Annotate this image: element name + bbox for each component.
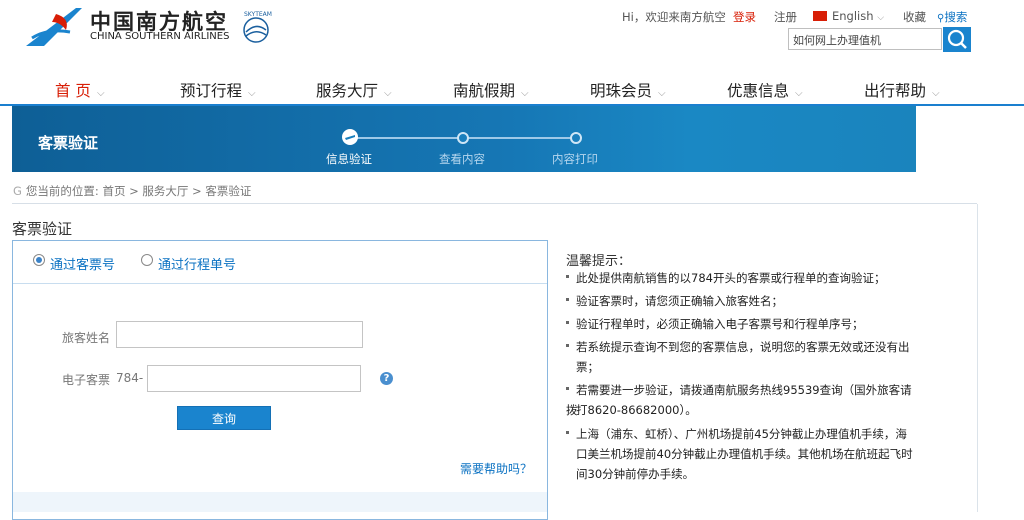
search-link[interactable]: ⚲搜索 [937, 9, 967, 25]
nav-item-home[interactable]: 首 页 ⌵ [55, 79, 105, 101]
tip-item-cont: 间30分钟前停办手续。 [576, 467, 695, 481]
tip-item-cont: 口美兰机场提前40分钟截止办理值机手续。其他机场在航班起飞时 [576, 447, 913, 461]
nav-label: 明珠会员 [590, 82, 653, 100]
step-label: 信息验证 [326, 152, 372, 166]
search-button[interactable] [943, 27, 971, 52]
chevron-down-icon: ⌵ [521, 88, 529, 99]
section-title: 客票验证 [12, 220, 73, 238]
tip-item: 验证客票时，请您须正确输入旅客姓名； [566, 291, 916, 311]
ticket-label: 电子客票 [62, 373, 111, 387]
radio-ticket-number[interactable] [33, 254, 45, 266]
help-question-icon[interactable]: ? [380, 372, 393, 385]
nav-item-help[interactable]: 出行帮助 ⌵ [864, 79, 940, 101]
chevron-down-icon: ⌵ [932, 88, 940, 99]
nav-label: 服务大厅 [316, 82, 379, 100]
chevron-down-icon: ⌵ [248, 88, 256, 99]
chevron-down-icon: ⌵ [96, 88, 105, 99]
nav-item-service[interactable]: 服务大厅 ⌵ [316, 79, 392, 101]
step-dot [457, 132, 469, 144]
ticket-number-input[interactable] [147, 365, 361, 392]
ticket-prefix: 784- [116, 371, 144, 385]
nav-label: 首 页 [55, 82, 91, 100]
breadcrumb: G 您当前的位置: 首页 > 服务大厅 > 客票验证 [13, 183, 251, 199]
airline-name-en: CHINA SOUTHERN AIRLINES [90, 31, 230, 42]
tab-divider [13, 283, 547, 284]
search-icon [947, 29, 967, 49]
radio-itinerary-number[interactable] [141, 254, 153, 266]
breadcrumb-text: 您当前的位置: 首页 > 服务大厅 > 客票验证 [25, 184, 252, 198]
airline-logo-icon [26, 8, 82, 46]
register-link[interactable]: 注册 [774, 9, 797, 25]
language-selector[interactable]: English ⌵ [832, 9, 884, 23]
chevron-down-icon: ⌵ [658, 88, 666, 99]
tab-ticket-number[interactable]: 通过客票号 [50, 254, 115, 273]
tip-item: 此处提供南航销售的以784开头的客票或行程单的查询验证； [566, 268, 916, 288]
need-help-link[interactable]: 需要帮助吗？ [460, 460, 532, 477]
nav-label: 优惠信息 [727, 82, 790, 100]
skyteam-logo-icon: SKYTEAM [243, 11, 272, 43]
search-input[interactable]: 如何网上办理值机 [788, 28, 942, 50]
tip-item-cont: 打8620-86682000）。 [576, 403, 697, 417]
nav-item-booking[interactable]: 预订行程 ⌵ [180, 79, 256, 101]
passenger-name-input[interactable] [116, 321, 363, 348]
chevron-down-icon: ⌵ [877, 13, 885, 23]
divider [977, 204, 978, 512]
tip-item: 上海（浦东、虹桥）、广州机场提前45分钟截止办理值机手续，海 [566, 424, 916, 444]
nav-item-offers[interactable]: 优惠信息 ⌵ [727, 79, 803, 101]
language-label: English [832, 9, 874, 23]
tip-item: 验证行程单时，必须正确输入电子客票号和行程单序号； [566, 314, 916, 334]
plane-step-icon [342, 129, 358, 145]
svg-text:SKYTEAM: SKYTEAM [244, 11, 272, 18]
nav-label: 出行帮助 [864, 82, 927, 100]
passenger-name-label: 旅客姓名 [62, 331, 111, 345]
step-label: 内容打印 [552, 152, 598, 166]
tip-item-cont: 票； [576, 360, 599, 374]
chevron-down-icon: ⌵ [795, 88, 803, 99]
login-link[interactable]: 登录 [733, 9, 756, 25]
nav-label: 预订行程 [180, 82, 243, 100]
location-icon: G [13, 184, 22, 198]
query-button[interactable]: 查询 [177, 406, 271, 430]
search-link-label: 搜索 [944, 10, 968, 24]
form-footer [13, 492, 547, 512]
tab-itinerary-number[interactable]: 通过行程单号 [158, 254, 236, 273]
nav-item-holiday[interactable]: 南航假期 ⌵ [453, 79, 529, 101]
tips-title: 温馨提示： [566, 254, 632, 269]
chevron-down-icon: ⌵ [384, 88, 392, 99]
step-dot [570, 132, 582, 144]
greeting-text: Hi，欢迎来南方航空 [622, 10, 726, 24]
nav-item-membership[interactable]: 明珠会员 ⌵ [590, 79, 666, 101]
step-label: 查看内容 [439, 152, 485, 166]
nav-label: 南航假期 [453, 82, 516, 100]
banner-title: 客票验证 [38, 134, 99, 152]
divider [12, 203, 977, 204]
tip-item: 若系统提示查询不到您的客票信息，说明您的客票无效或还没有出 [566, 337, 916, 357]
china-flag-icon [813, 11, 827, 21]
favorite-link[interactable]: 收藏 [903, 9, 926, 25]
